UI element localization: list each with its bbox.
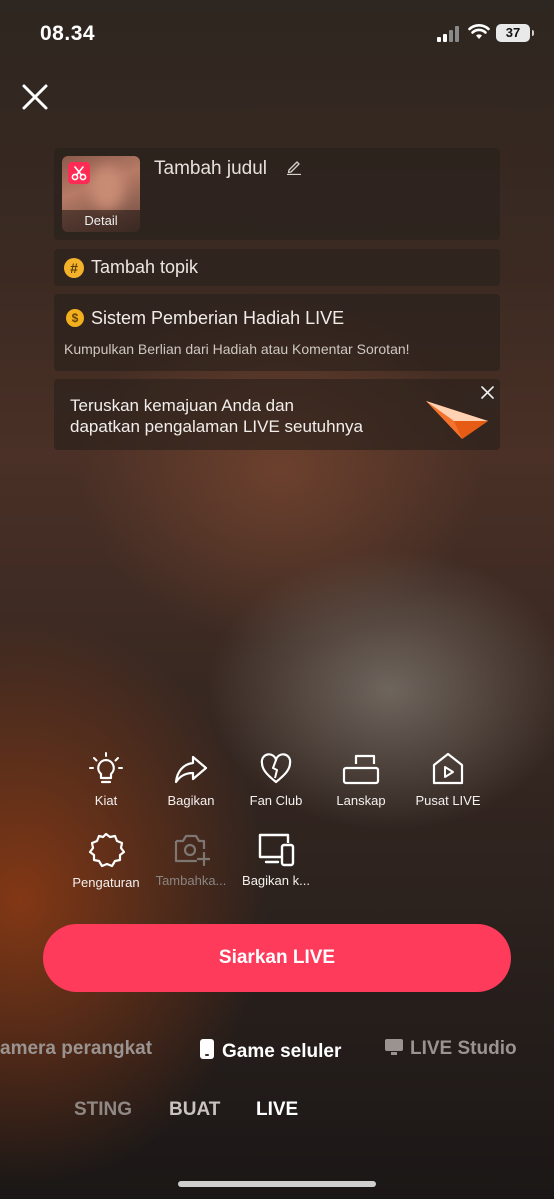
promo-text: Teruskan kemajuan Anda dan dapatkan peng… xyxy=(70,395,430,437)
add-camera-label: Tambahka... xyxy=(155,873,227,888)
live-center-button[interactable]: Pusat LIVE xyxy=(408,751,488,808)
lightbulb-icon xyxy=(89,752,123,784)
pencil-icon[interactable] xyxy=(286,159,302,175)
gift-system-card[interactable]: $ Sistem Pemberian Hadiah LIVE Kumpulkan… xyxy=(54,294,500,371)
fan-club-button[interactable]: Fan Club xyxy=(236,751,316,808)
title-card: Detail Tambah judul xyxy=(54,148,500,240)
gift-system-title: Sistem Pemberian Hadiah LIVE xyxy=(91,308,345,328)
landscape-button[interactable]: Lanskap xyxy=(321,751,401,808)
bottom-tab-posting[interactable]: STING xyxy=(74,1099,132,1121)
monitor-icon xyxy=(385,1039,403,1055)
mode-tab-live-studio[interactable]: LIVE Studio xyxy=(384,1038,517,1060)
add-camera-icon xyxy=(174,834,210,867)
home-indicator[interactable] xyxy=(178,1181,376,1187)
bottom-tab-create[interactable]: BUAT xyxy=(169,1099,220,1121)
promo-line-2: dapatkan pengalaman LIVE seutuhnya xyxy=(70,417,364,436)
landscape-label: Lanskap xyxy=(336,793,386,808)
add-camera-button[interactable]: Tambahka... xyxy=(151,831,231,888)
fan-club-label: Fan Club xyxy=(249,793,303,808)
heart-icon xyxy=(260,753,292,784)
hashtag-icon: # xyxy=(64,258,84,278)
live-center-label: Pusat LIVE xyxy=(415,793,481,808)
phone-icon xyxy=(200,1039,214,1059)
mode-tab-mobile-game[interactable]: Game seluler xyxy=(199,1038,341,1063)
settings-label: Pengaturan xyxy=(72,875,140,890)
close-icon[interactable] xyxy=(20,82,50,112)
share-button[interactable]: Bagikan xyxy=(151,751,231,808)
cover-thumbnail[interactable]: Detail xyxy=(62,156,140,232)
add-topic-button[interactable]: # Tambah topik xyxy=(54,249,500,286)
cellular-signal-icon xyxy=(437,26,459,42)
mode-tab-live-studio-label: LIVE Studio xyxy=(410,1038,517,1059)
share-arrow-icon xyxy=(174,755,208,784)
tips-label: Kiat xyxy=(94,793,118,808)
mode-tab-mobile-game-label: Game seluler xyxy=(222,1041,342,1062)
add-topic-label: Tambah topik xyxy=(91,257,199,277)
coin-icon: $ xyxy=(66,309,84,327)
status-time: 08.34 xyxy=(40,22,96,45)
promo-line-1: Teruskan kemajuan Anda dan xyxy=(70,396,294,415)
mode-tab-device-camera[interactable]: amera perangkat xyxy=(0,1038,152,1060)
bottom-tab-live[interactable]: LIVE xyxy=(256,1099,298,1121)
tips-button[interactable]: Kiat xyxy=(66,751,146,808)
gear-icon xyxy=(88,832,125,868)
promo-close-icon[interactable] xyxy=(481,386,494,399)
settings-button[interactable]: Pengaturan xyxy=(66,831,146,890)
promo-banner[interactable]: Teruskan kemajuan Anda dan dapatkan peng… xyxy=(54,379,500,450)
share-label: Bagikan xyxy=(167,793,215,808)
live-center-icon xyxy=(432,752,464,785)
add-title-field[interactable]: Tambah judul xyxy=(154,158,267,180)
battery-indicator: 37 xyxy=(496,24,534,42)
scissors-icon xyxy=(68,162,90,184)
share-screen-label: Bagikan k... xyxy=(242,873,310,888)
share-screen-button[interactable]: Bagikan k... xyxy=(236,831,316,888)
rotate-landscape-icon xyxy=(342,754,380,785)
thumbnail-detail-label: Detail xyxy=(62,210,140,232)
gift-system-subtitle: Kumpulkan Berlian dari Hadiah atau Komen… xyxy=(64,341,410,357)
wifi-icon xyxy=(468,24,490,39)
screen-devices-icon xyxy=(258,833,295,867)
go-live-button[interactable]: Siarkan LIVE xyxy=(43,924,511,992)
